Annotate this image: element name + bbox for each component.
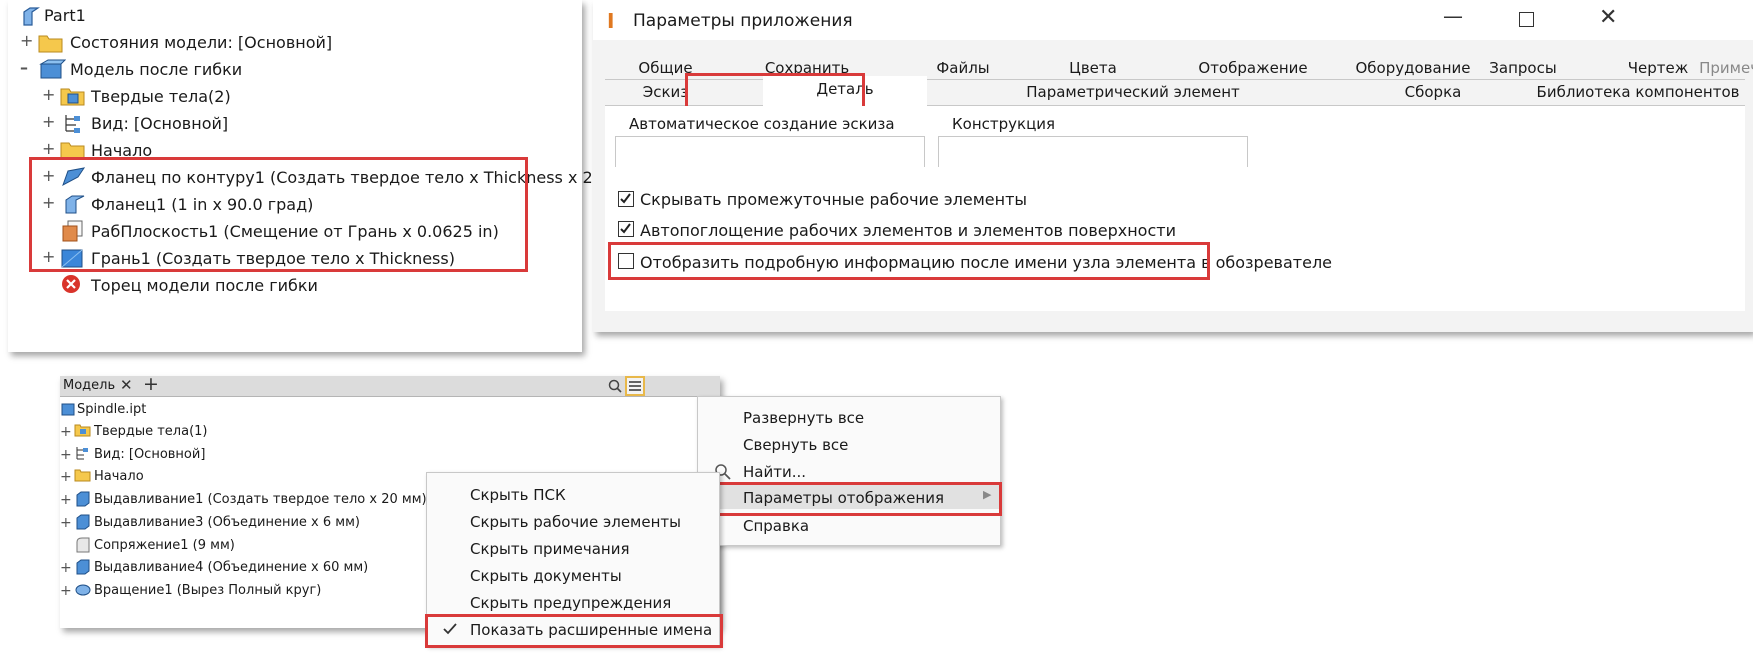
tree-item-view[interactable]: Вид: [Основной]: [91, 114, 228, 133]
app-logo-icon: I: [607, 9, 615, 33]
application-options-dialog: I Параметры приложения — ✕ Общие Сохрани…: [593, 0, 1753, 332]
minimize-icon[interactable]: —: [1443, 4, 1463, 28]
expand-icon[interactable]: +: [60, 448, 72, 462]
expand-icon[interactable]: +: [60, 584, 72, 598]
flat-pattern-icon: [39, 59, 66, 79]
expand-icon[interactable]: +: [60, 561, 72, 575]
browser-item-solid-bodies[interactable]: Твердые тела(1): [94, 424, 208, 439]
tab-assembly[interactable]: Сборка: [1353, 83, 1513, 101]
close-tab-icon[interactable]: ✕: [120, 376, 133, 394]
group-construction: Конструкция: [949, 115, 1059, 133]
origin-folder-icon: [74, 469, 91, 482]
fillet-icon: [76, 537, 90, 553]
tree-item-model-states[interactable]: Состояния модели: [Основной]: [70, 33, 332, 52]
expand-icon[interactable]: +: [60, 493, 72, 507]
expand-icon[interactable]: +: [42, 141, 55, 157]
hamburger-icon: [629, 381, 641, 391]
expand-icon[interactable]: +: [60, 425, 72, 439]
group-auto-sketch: Автоматическое создание эскиза: [626, 115, 898, 133]
browser-item-origin[interactable]: Начало: [94, 469, 144, 484]
menu-item-hide-notes[interactable]: Скрыть примечания: [470, 540, 630, 558]
highlight-box: [694, 482, 1002, 516]
menu-item-hide-work-features[interactable]: Скрыть рабочие элементы: [470, 513, 681, 531]
checkbox-hide-work-features[interactable]: [618, 191, 634, 207]
tree-item-flat-model[interactable]: Модель после гибки: [70, 60, 242, 79]
extrude-icon: [76, 559, 90, 575]
highlight-box: [425, 614, 723, 648]
browser-item-extrude1[interactable]: Выдавливание1 (Создать твердое тело x 20…: [94, 492, 427, 507]
tree-item-solid-bodies[interactable]: Твердые тела(2): [91, 87, 231, 106]
tab-notes[interactable]: Примечания: [1688, 59, 1753, 77]
hamburger-menu-button[interactable]: [625, 376, 645, 396]
search-icon[interactable]: [608, 379, 622, 393]
tree-item-flat-end[interactable]: Торец модели после гибки: [91, 276, 318, 295]
browser-item-view[interactable]: Вид: [Основной]: [94, 447, 205, 462]
menu-item-collapse-all[interactable]: Свернуть все: [743, 436, 848, 454]
tab-ifeature[interactable]: Параметрический элемент: [923, 83, 1343, 101]
revolve-icon: [75, 584, 91, 596]
menu-item-hide-ucs[interactable]: Скрыть ПСК: [470, 486, 566, 504]
checkmark-icon: [620, 223, 631, 234]
solid-bodies-icon: [74, 424, 91, 437]
tree-root-label[interactable]: Part1: [44, 6, 86, 25]
expand-icon[interactable]: +: [60, 470, 72, 484]
highlight-box: [608, 242, 1210, 280]
menu-item-find[interactable]: Найти...: [743, 463, 806, 481]
expand-icon[interactable]: +: [42, 87, 55, 103]
part-file-icon: [61, 403, 75, 416]
menu-item-help[interactable]: Справка: [743, 517, 809, 535]
browser-root-label[interactable]: Spindle.ipt: [77, 402, 146, 417]
browser-item-fillet[interactable]: Сопряжение1 (9 мм): [94, 538, 235, 553]
error-icon: [62, 275, 80, 293]
highlight-box: [29, 157, 528, 272]
collapse-icon[interactable]: –: [20, 60, 32, 76]
browser-item-extrude3[interactable]: Выдавливание3 (Объединение x 6 мм): [94, 515, 360, 530]
browser-item-revolve[interactable]: Вращение1 (Вырез Полный круг): [94, 583, 321, 598]
folder-icon: [38, 35, 63, 53]
extrude-icon: [76, 514, 90, 530]
add-tab-icon[interactable]: +: [143, 373, 159, 395]
extrude-icon: [76, 491, 90, 507]
expand-icon[interactable]: +: [20, 33, 33, 49]
tab-content-center[interactable]: Библиотека компонентов: [1513, 83, 1753, 101]
checkbox-auto-consume[interactable]: [618, 221, 634, 237]
menu-item-expand-all[interactable]: Развернуть все: [743, 409, 864, 427]
solid-bodies-icon: [60, 88, 85, 106]
browser-item-extrude4[interactable]: Выдавливание4 (Объединение x 60 мм): [94, 560, 368, 575]
maximize-icon[interactable]: [1519, 12, 1534, 27]
checkmark-icon: [620, 193, 631, 204]
dialog-title: Параметры приложения: [633, 11, 853, 31]
expand-icon[interactable]: +: [42, 114, 55, 130]
tab-prompts[interactable]: Запросы: [1438, 59, 1608, 77]
close-icon[interactable]: ✕: [1599, 5, 1617, 30]
menu-item-hide-warnings[interactable]: Скрыть предупреждения: [470, 594, 671, 612]
menu-item-hide-documents[interactable]: Скрыть документы: [470, 567, 622, 585]
expand-icon[interactable]: +: [60, 516, 72, 530]
model-tree-panel: Part1 + Состояния модели: [Основной] – М…: [8, 0, 619, 352]
checkbox-label: Скрывать промежуточные рабочие элементы: [640, 190, 1028, 209]
view-icon: [76, 447, 88, 460]
browser-tab-model[interactable]: Модель: [63, 378, 115, 393]
browser-options-menu: Развернуть все Свернуть все Найти... Пар…: [697, 396, 1001, 546]
part-icon: [23, 7, 40, 26]
checkbox-label: Автопоглощение рабочих элементов и элеме…: [640, 221, 1176, 240]
view-icon: [65, 115, 80, 133]
